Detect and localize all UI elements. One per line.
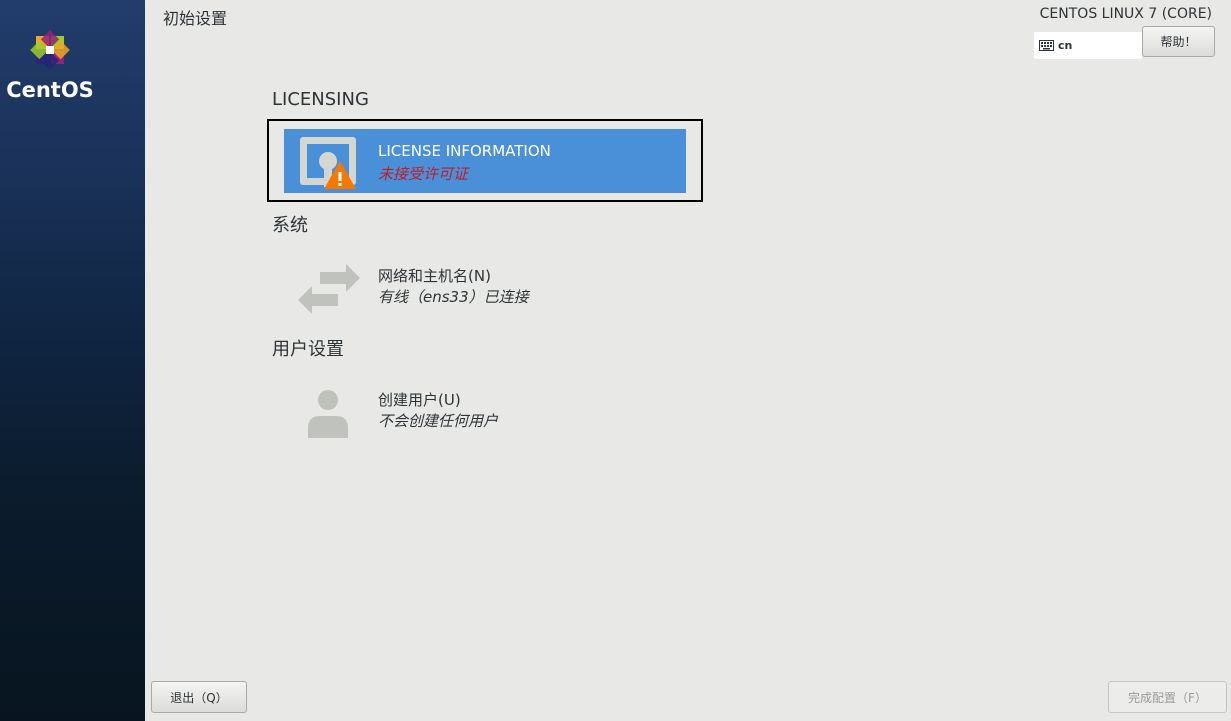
spoke-title: LICENSE INFORMATION <box>378 142 551 160</box>
keyboard-icon <box>1039 40 1054 51</box>
quit-button[interactable]: 退出（Q） <box>151 681 247 713</box>
section-title-licensing: LICENSING <box>272 89 369 110</box>
centos-logo-icon <box>30 30 70 70</box>
spoke-status: 未接受许可证 <box>378 165 469 183</box>
help-button[interactable]: 帮助！ <box>1142 26 1215 57</box>
section-title-system: 系统 <box>272 215 308 236</box>
finish-configuration-button[interactable]: 完成配置（F） <box>1108 681 1227 713</box>
license-warning-icon <box>300 137 356 189</box>
page-title: 初始设置 <box>163 9 228 28</box>
product-name: CENTOS LINUX 7 (CORE) <box>1039 6 1212 22</box>
user-icon <box>308 390 348 438</box>
spoke-title: 创建用户(U) <box>378 391 461 409</box>
spoke-create-user[interactable]: 创建用户(U) 不会创建任何用户 <box>284 376 686 440</box>
spoke-network-hostname[interactable]: 网络和主机名(N) 有线（ens33）已连接 <box>284 252 686 316</box>
keyboard-layout-indicator[interactable]: cn <box>1034 32 1142 59</box>
spoke-license-information[interactable]: LICENSE INFORMATION 未接受许可证 <box>284 129 686 193</box>
centos-logo-text: CentOS <box>6 78 94 102</box>
section-title-user-settings: 用户设置 <box>272 339 344 360</box>
network-arrows-icon <box>298 264 360 314</box>
keyboard-layout-label: cn <box>1058 39 1073 52</box>
sidebar: CentOS <box>0 0 145 721</box>
spoke-status: 不会创建任何用户 <box>378 412 499 430</box>
spoke-status: 有线（ens33）已连接 <box>378 288 529 306</box>
spoke-title: 网络和主机名(N) <box>378 267 491 285</box>
